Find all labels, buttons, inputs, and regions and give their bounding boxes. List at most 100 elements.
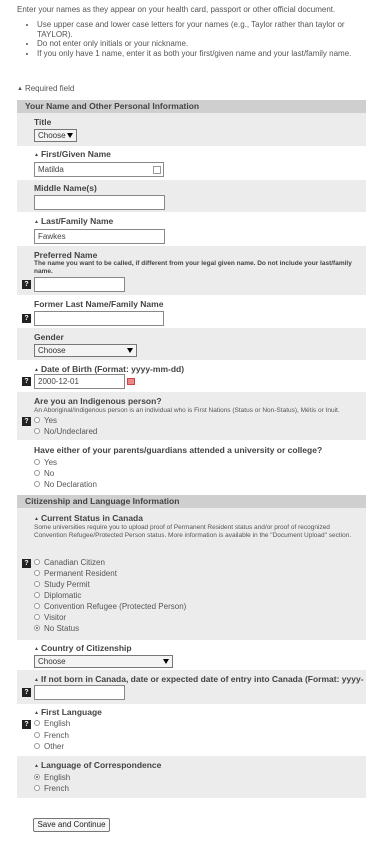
radio-icon	[34, 459, 40, 465]
required-star-icon: ▲	[34, 515, 39, 522]
help-icon[interactable]: ?	[22, 688, 31, 697]
middle-name-input[interactable]	[34, 195, 165, 210]
intro-text: Enter your names as they appear on your …	[17, 5, 336, 14]
correspondence-label-text: Language of Correspondence	[40, 760, 162, 770]
title-select[interactable]: Choose	[34, 129, 77, 142]
required-star-icon: ▲	[34, 676, 39, 683]
indigenous-label: Are you an Indigenous person?	[34, 396, 162, 406]
radio-icon	[34, 481, 40, 487]
radio-icon	[34, 470, 40, 476]
indigenous-option-yes[interactable]: Yes	[34, 416, 57, 426]
title-label: Title	[34, 117, 52, 127]
first-name-row: ▲ First/Given Name Matilda	[17, 146, 366, 180]
radio-label: Other	[44, 742, 65, 751]
radio-icon	[34, 785, 40, 791]
first-language-label: ▲ First Language	[34, 707, 102, 718]
radio-icon	[34, 720, 40, 726]
required-star-icon: ▲	[34, 366, 39, 373]
entry-date-row: ▲ If not born in Canada, date or expected…	[17, 670, 366, 704]
radio-icon	[34, 417, 40, 423]
required-note: ▲ Required field	[17, 84, 74, 94]
parents-option-yes[interactable]: Yes	[34, 458, 57, 468]
radio-label: Canadian Citizen	[44, 558, 105, 567]
radio-label: Study Permit	[44, 580, 90, 589]
correspondence-option-english[interactable]: English	[34, 773, 70, 783]
radio-selected-icon	[34, 625, 40, 631]
last-name-row: ▲ Last/Family Name Fawkes	[17, 212, 366, 246]
entry-date-input[interactable]	[34, 685, 125, 700]
correspondence-row: ▲ Language of Correspondence English Fren…	[17, 756, 366, 798]
autofill-icon	[153, 166, 161, 174]
section-header-citizenship: Citizenship and Language Information	[17, 495, 366, 508]
radio-icon	[34, 570, 40, 576]
required-note-text: Required field	[24, 84, 75, 94]
last-name-label: ▲ Last/Family Name	[34, 216, 113, 227]
calendar-icon[interactable]	[127, 378, 135, 385]
required-star-icon: ▲	[17, 86, 23, 92]
radio-label: Diplomatic	[44, 591, 82, 600]
save-and-continue-button[interactable]: Save and Continue	[33, 818, 110, 832]
first-language-option-english[interactable]: English	[34, 719, 70, 729]
status-option-canadian-citizen[interactable]: Canadian Citizen	[34, 558, 105, 568]
dob-input[interactable]: 2000-12-01	[34, 374, 125, 389]
gender-label: Gender	[34, 332, 64, 342]
intro-block: Enter your names as they appear on your …	[17, 5, 377, 58]
correspondence-option-french[interactable]: French	[34, 784, 69, 794]
radio-icon	[34, 581, 40, 587]
country-select-value: Choose	[38, 657, 66, 666]
country-select[interactable]: Choose	[34, 655, 173, 668]
former-name-row: Former Last Name/Family Name ?	[17, 295, 366, 328]
help-icon[interactable]: ?	[22, 559, 31, 568]
indigenous-option-no[interactable]: No/Undeclared	[34, 427, 97, 437]
parents-label: Have either of your parents/guardians at…	[34, 445, 323, 455]
radio-label: Visitor	[44, 613, 67, 622]
status-option-diplomatic[interactable]: Diplomatic	[34, 591, 81, 601]
chevron-down-icon	[127, 348, 133, 353]
radio-label: English	[44, 773, 71, 782]
parents-option-no[interactable]: No	[34, 469, 54, 479]
status-option-permanent-resident[interactable]: Permanent Resident	[34, 569, 117, 579]
radio-label: Yes	[44, 458, 58, 467]
status-label: ▲ Current Status in Canada	[34, 513, 143, 524]
help-icon[interactable]: ?	[22, 314, 31, 323]
first-name-label: ▲ First/Given Name	[34, 149, 111, 160]
help-icon[interactable]: ?	[22, 377, 31, 386]
help-icon[interactable]: ?	[22, 720, 31, 729]
status-row: ▲ Current Status in Canada Some universit…	[17, 508, 366, 640]
status-option-visitor[interactable]: Visitor	[34, 613, 66, 623]
last-name-input[interactable]: Fawkes	[34, 229, 165, 244]
help-icon[interactable]: ?	[22, 417, 31, 426]
parents-row: Have either of your parents/guardians at…	[17, 440, 366, 492]
gender-select-value: Choose	[38, 346, 66, 355]
preferred-name-input[interactable]	[34, 277, 125, 292]
title-select-value: Choose	[38, 131, 66, 140]
required-star-icon: ▲	[34, 762, 39, 769]
status-option-no-status[interactable]: No Status	[34, 624, 79, 634]
required-star-icon: ▲	[34, 645, 39, 652]
radio-label: French	[44, 784, 69, 793]
country-label-text: Country of Citizenship	[40, 643, 132, 653]
first-language-option-other[interactable]: Other	[34, 742, 64, 752]
status-hint: Some universities require you to upload …	[34, 524, 352, 539]
first-language-row: ▲ First Language ? English French Other	[17, 704, 366, 756]
status-option-study-permit[interactable]: Study Permit	[34, 580, 90, 590]
first-language-option-french[interactable]: French	[34, 731, 69, 741]
gender-select[interactable]: Choose	[34, 344, 137, 357]
radio-selected-icon	[34, 774, 40, 780]
intro-bullet: If you only have 1 name, enter it as bot…	[37, 49, 377, 59]
first-name-input[interactable]: Matilda	[34, 162, 164, 177]
correspondence-label: ▲ Language of Correspondence	[34, 760, 161, 771]
intro-bullet: Use upper case and lower case letters fo…	[37, 20, 377, 39]
radio-icon	[34, 592, 40, 598]
former-name-input[interactable]	[34, 311, 164, 326]
radio-label: French	[44, 731, 69, 740]
parents-option-no-declaration[interactable]: No Declaration	[34, 480, 97, 490]
required-star-icon: ▲	[34, 151, 39, 158]
help-icon[interactable]: ?	[22, 280, 31, 289]
status-option-convention-refugee[interactable]: Convention Refugee (Protected Person)	[34, 602, 186, 612]
former-name-label: Former Last Name/Family Name	[34, 299, 164, 309]
radio-label: No Status	[44, 624, 80, 633]
country-label: ▲ Country of Citizenship	[34, 643, 132, 654]
indigenous-row: Are you an Indigenous person? An Aborigi…	[17, 392, 366, 440]
middle-name-row: Middle Name(s)	[17, 180, 366, 212]
